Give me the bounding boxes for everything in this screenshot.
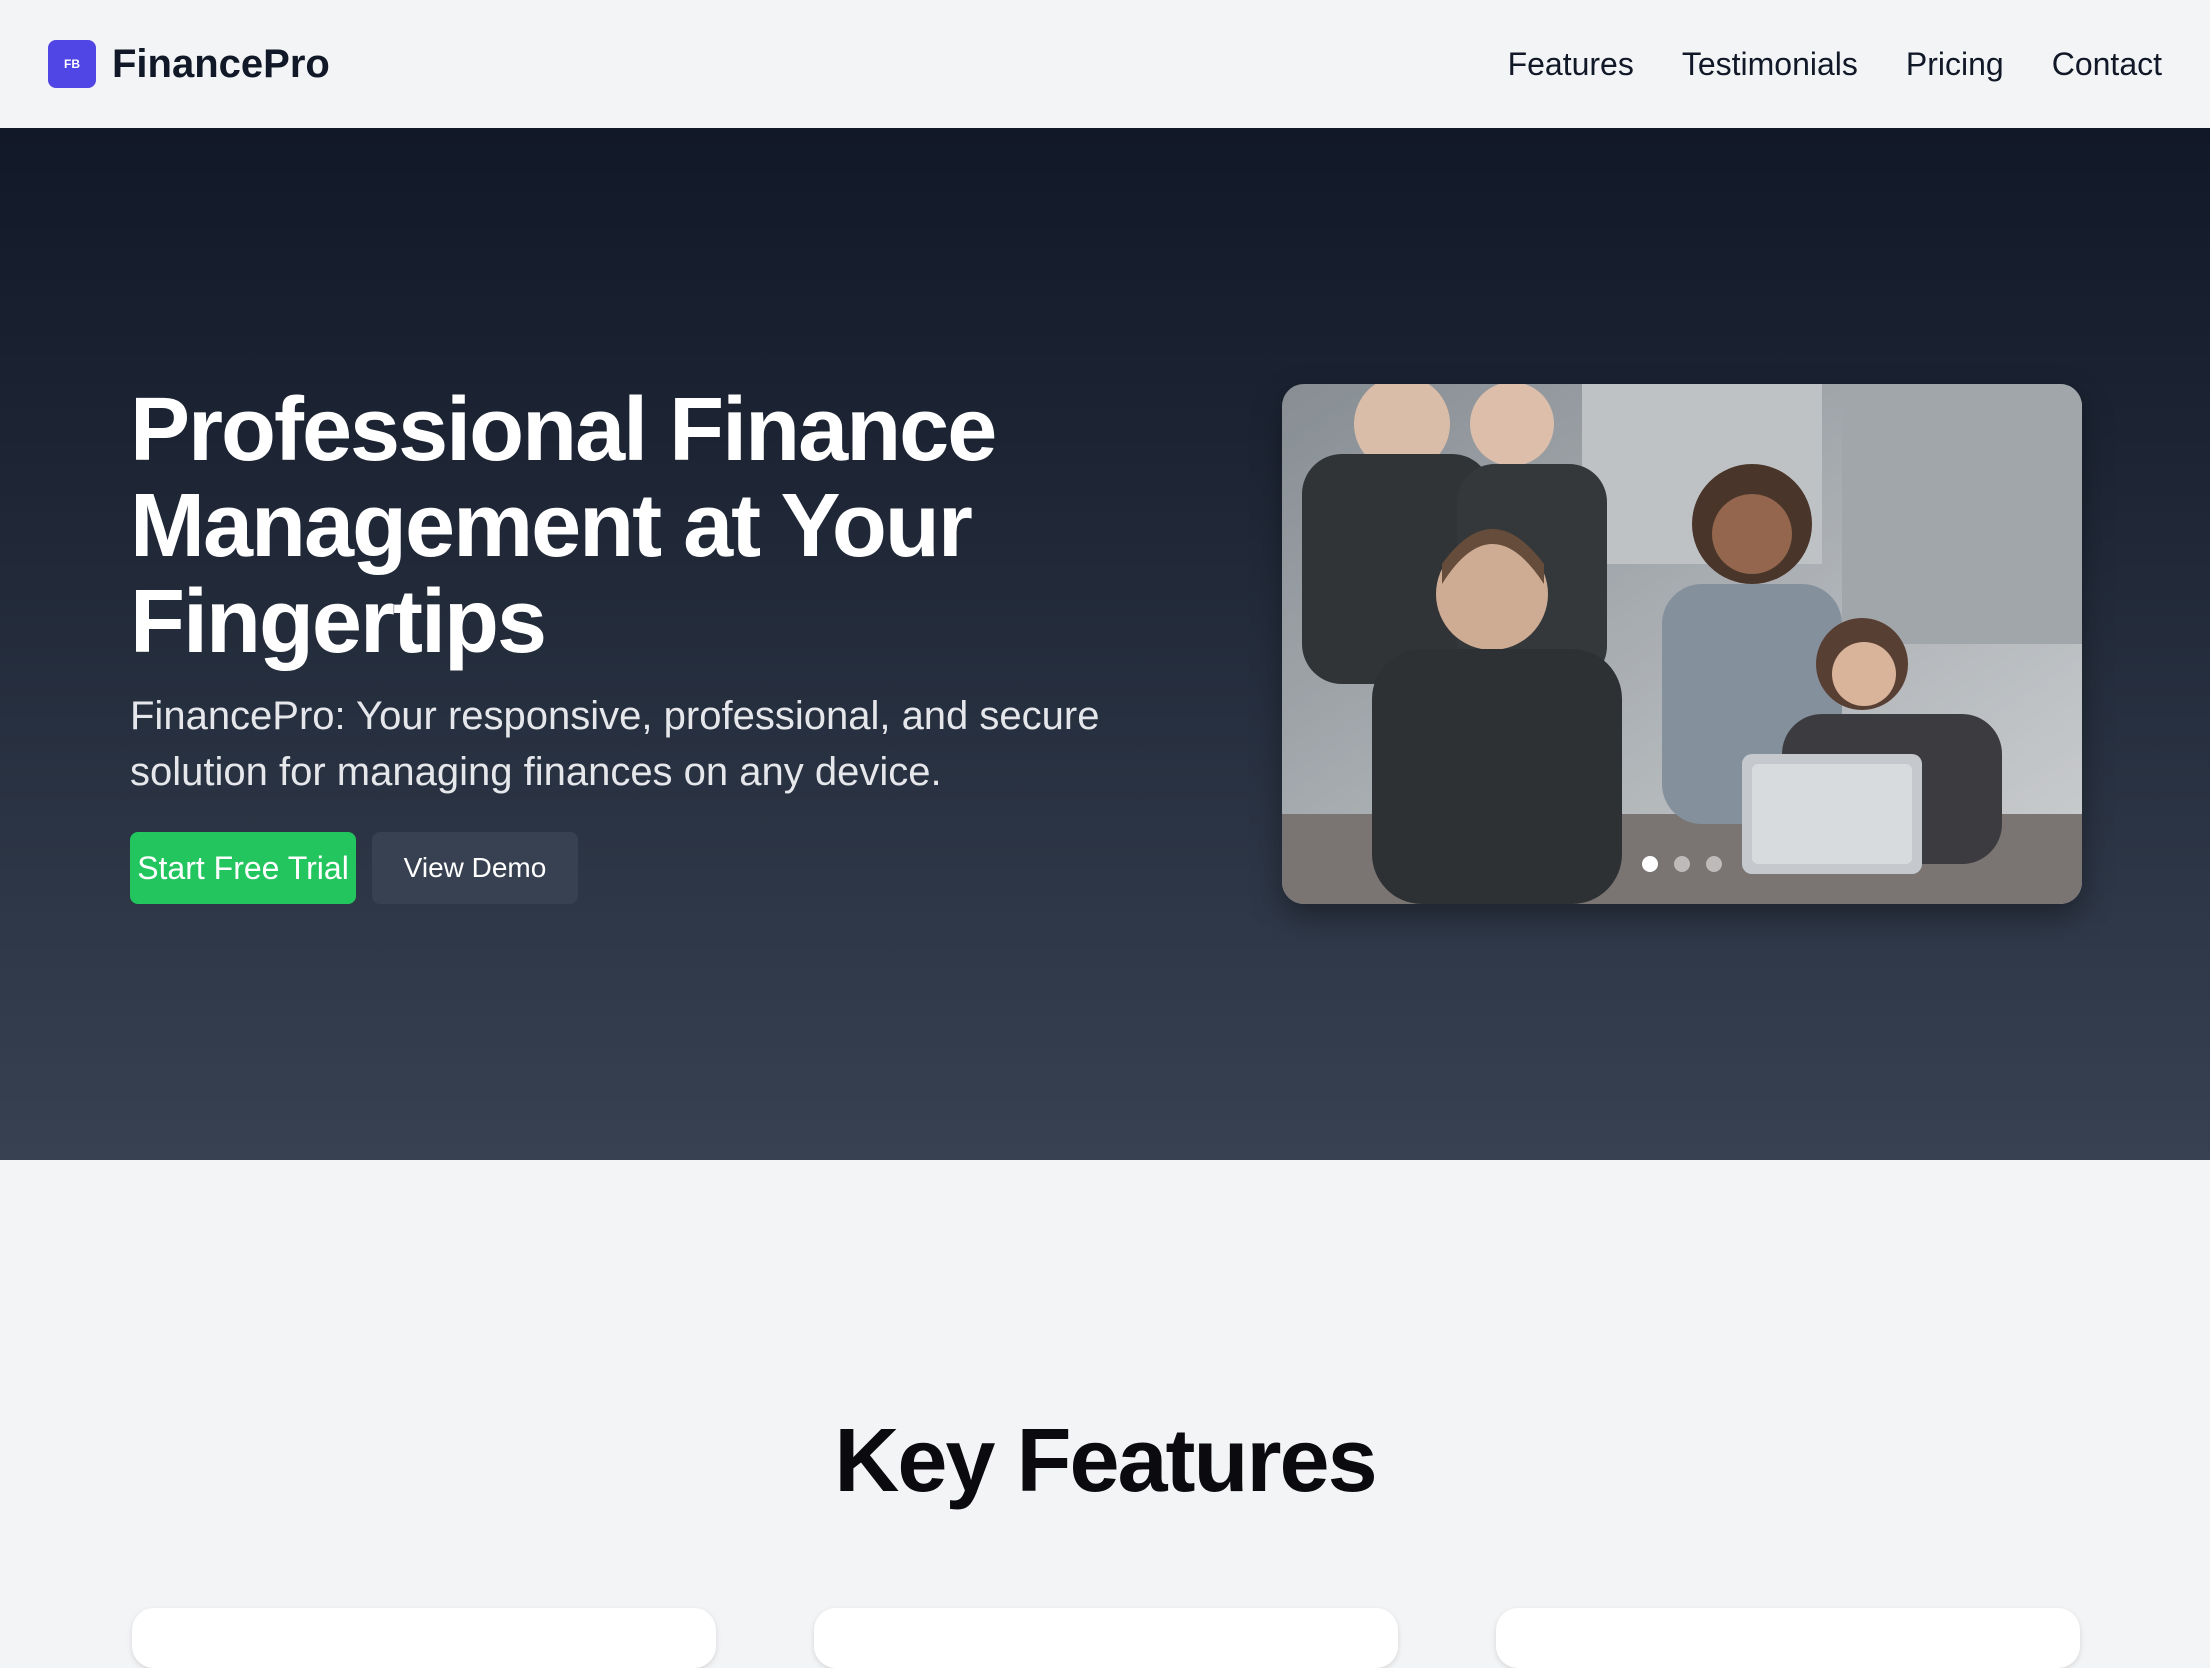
hero-subtitle: FinancePro: Your responsive, professiona… — [130, 694, 1100, 794]
hero-title: Professional Finance Management at Your … — [130, 380, 997, 672]
brand-logo[interactable]: FB — [48, 40, 96, 88]
start-free-trial-button[interactable]: Start Free Trial — [130, 832, 356, 904]
features-title: Key Features — [834, 1411, 1377, 1511]
team-photo — [1282, 384, 2082, 904]
brand-name[interactable]: FinancePro — [112, 42, 330, 87]
feature-card-1 — [132, 1608, 716, 1668]
nav-link-features[interactable]: Features — [1508, 46, 1634, 83]
carousel-dots — [1282, 856, 2082, 872]
carousel-dot-1[interactable] — [1642, 856, 1658, 872]
carousel-dot-3[interactable] — [1706, 856, 1722, 872]
hero-actions: Start Free Trial View Demo — [130, 832, 578, 904]
feature-card-2 — [814, 1608, 1398, 1668]
nav-link-pricing[interactable]: Pricing — [1906, 46, 2004, 83]
site-header: FB FinancePro Features Testimonials Pric… — [0, 0, 2210, 128]
carousel-dot-2[interactable] — [1674, 856, 1690, 872]
main-nav: Features Testimonials Pricing Contact — [1508, 46, 2162, 83]
view-demo-button[interactable]: View Demo — [372, 832, 578, 904]
nav-link-testimonials[interactable]: Testimonials — [1682, 46, 1858, 83]
hero-section: Professional Finance Management at Your … — [0, 128, 2210, 1160]
nav-link-contact[interactable]: Contact — [2052, 46, 2162, 83]
brand[interactable]: FB FinancePro — [48, 40, 330, 88]
feature-card-3 — [1496, 1608, 2080, 1668]
hero-image-carousel[interactable] — [1282, 384, 2082, 904]
